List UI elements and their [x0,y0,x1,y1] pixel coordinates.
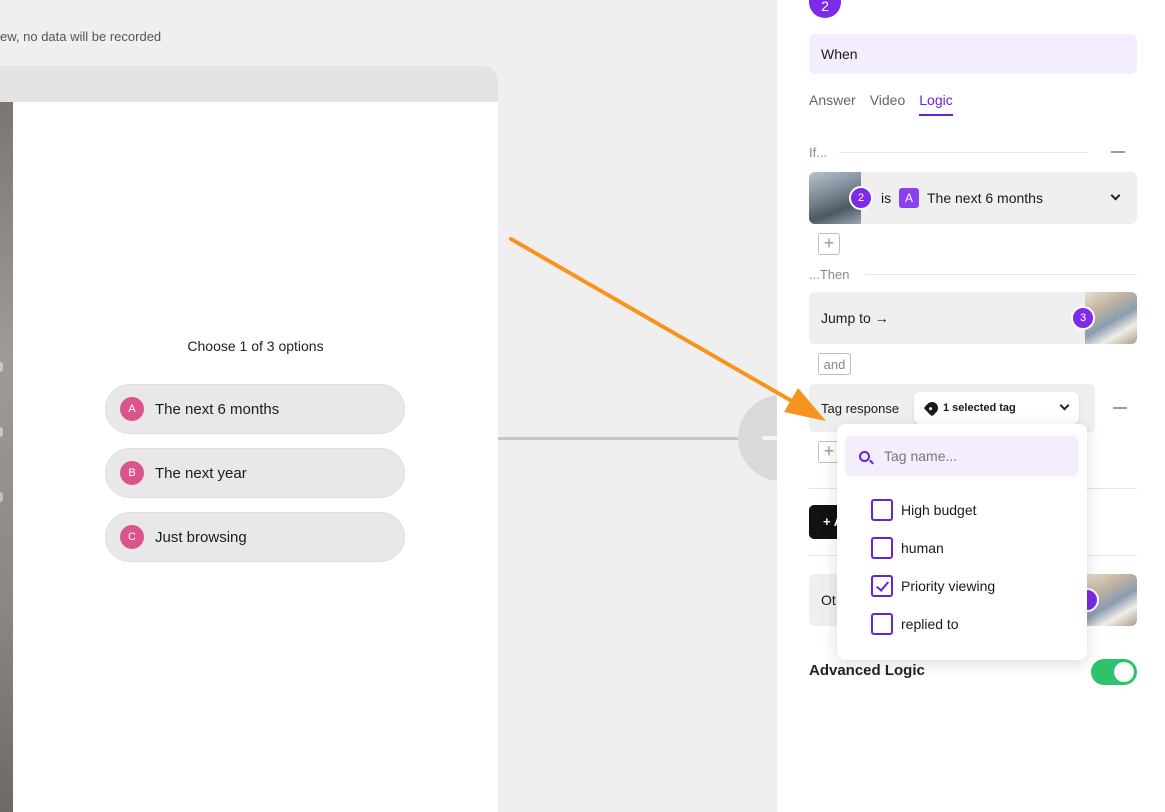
search-icon [859,450,870,462]
panel-tabs: Answer Video Logic [809,92,953,116]
tag-option-human[interactable]: human [871,537,944,559]
step-number-badge: 2 [809,0,841,18]
tag-select-dropdown[interactable]: 1 selected tag [914,392,1079,424]
checkbox[interactable] [871,613,893,635]
condition-row[interactable]: 2 is A The next 6 months [809,172,1137,224]
answer-option-a[interactable]: A The next 6 months [105,384,405,434]
tag-option-label: High budget [901,502,977,518]
tab-logic[interactable]: Logic [919,92,953,116]
target-step-badge: 3 [1071,306,1095,330]
option-letter: B [120,461,144,485]
tag-dropdown-menu: High budget human Priority viewing repli… [837,424,1087,660]
option-label: The next 6 months [155,400,280,418]
tag-option-high-budget[interactable]: High budget [871,499,977,521]
jump-to-row[interactable]: Jump to → 3 [809,292,1137,344]
tab-video[interactable]: Video [870,92,906,116]
video-thumbnail-strip [0,102,13,812]
chevron-down-icon [1110,190,1121,201]
tag-search-box[interactable] [845,436,1079,476]
and-chip: and [818,353,851,375]
condition-letter: A [899,188,919,208]
checkbox[interactable] [871,537,893,559]
otherwise-label: Ot [821,592,836,608]
question-preview-card: Choose 1 of 3 options A The next 6 month… [0,66,498,812]
remove-condition-icon[interactable] [1111,151,1125,153]
chevron-down-icon [1059,400,1070,411]
answer-option-b[interactable]: B The next year [105,448,405,498]
preview-note: ew, no data will be recorded [0,29,162,44]
question-title: Choose 1 of 3 options [187,338,324,354]
option-label: The next year [155,464,247,482]
divider [839,152,1087,153]
option-letter: A [120,397,144,421]
tab-answer[interactable]: Answer [809,92,856,116]
tag-option-label: Priority viewing [901,578,996,594]
toggle-knob [1114,662,1134,682]
condition-value: The next 6 months [927,190,1043,206]
answer-option-c[interactable]: C Just browsing [105,512,405,562]
divider [865,274,1137,275]
tag-search-input[interactable] [884,448,1054,464]
when-field[interactable]: When [809,34,1137,74]
tag-select-value: 1 selected tag [943,402,1016,414]
tag-response-label: Tag response [821,401,900,416]
remove-action-icon[interactable] [1113,407,1127,409]
option-label: Just browsing [155,528,247,546]
strip-marker [0,362,3,372]
tag-icon [923,399,941,417]
condition-operator: is [881,190,892,206]
strip-marker [0,492,3,502]
tag-option-replied-to[interactable]: replied to [871,613,959,635]
add-condition-button[interactable]: + [818,233,840,255]
tag-option-label: human [901,540,944,556]
then-label: ...Then [809,267,850,282]
if-label: If... [809,145,828,160]
preview-header-bar [0,66,498,102]
tag-option-label: replied to [901,616,959,632]
tag-option-priority-viewing[interactable]: Priority viewing [871,575,995,597]
advanced-logic-label: Advanced Logic [809,662,925,679]
checkbox[interactable] [871,499,893,521]
strip-marker [0,427,3,437]
logic-panel: 2 When Answer Video Logic If... 2 is A T… [777,0,1165,812]
option-letter: C [120,525,144,549]
condition-step-badge: 2 [849,186,873,210]
jump-to-label: Jump to → [821,310,889,326]
checkbox-checked[interactable] [871,575,893,597]
flow-connector-line [498,437,748,440]
advanced-logic-toggle[interactable] [1091,659,1137,685]
